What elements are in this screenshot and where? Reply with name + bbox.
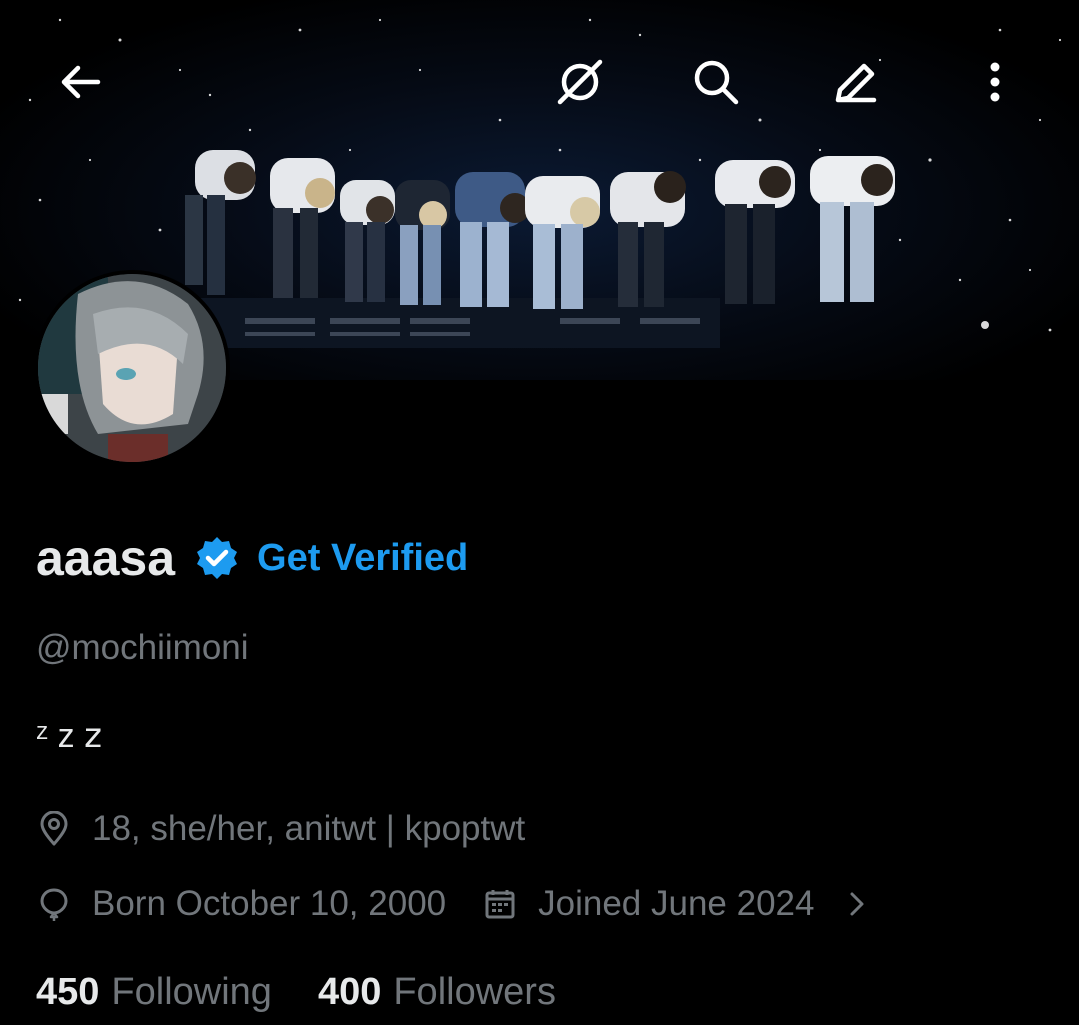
birthday-joined-row[interactable]: Born October 10, 2000 Joined June 2024 (36, 879, 872, 929)
more-button[interactable] (965, 52, 1025, 112)
search-button[interactable] (686, 52, 746, 112)
edit-button[interactable] (826, 52, 886, 112)
search-icon (694, 60, 739, 105)
joined-text: Joined June 2024 (538, 884, 815, 923)
handle: @mochiimoni (36, 628, 249, 667)
location-text: 18, she/her, anitwt | kpoptwt (92, 809, 526, 848)
get-verified-link[interactable]: Get Verified (257, 537, 468, 580)
chevron-right-icon (850, 892, 864, 916)
pencil-icon (835, 63, 877, 103)
arrow-left-icon (61, 65, 101, 99)
verified-badge-icon[interactable] (193, 534, 241, 582)
more-vertical-icon (990, 62, 1000, 102)
back-button[interactable] (50, 52, 110, 112)
bio: ᶻ z 𝗓 (36, 717, 102, 755)
location-pin-icon (40, 811, 68, 846)
location-row: 18, she/her, anitwt | kpoptwt (36, 804, 525, 854)
following-link[interactable]: 450 Following (36, 971, 272, 1014)
avatar[interactable] (34, 270, 230, 466)
balloon-icon (40, 888, 68, 921)
followers-count: 400 (317, 970, 382, 1013)
grok-button[interactable] (550, 52, 610, 112)
display-name: aaasa (36, 530, 176, 586)
grok-icon (557, 59, 603, 105)
following-label: Following (111, 970, 272, 1013)
calendar-icon (485, 890, 515, 919)
following-count: 450 (36, 970, 100, 1013)
followers-link[interactable]: 400 Followers (318, 971, 556, 1014)
avatar-image (38, 274, 226, 462)
display-name-row: aaasa Get Verified (36, 528, 468, 588)
top-navigation-bar (0, 0, 1079, 165)
followers-label: Followers (393, 970, 556, 1013)
follow-stats: 450 Following 400 Followers (36, 966, 556, 1018)
birthday-text: Born October 10, 2000 (92, 884, 447, 923)
